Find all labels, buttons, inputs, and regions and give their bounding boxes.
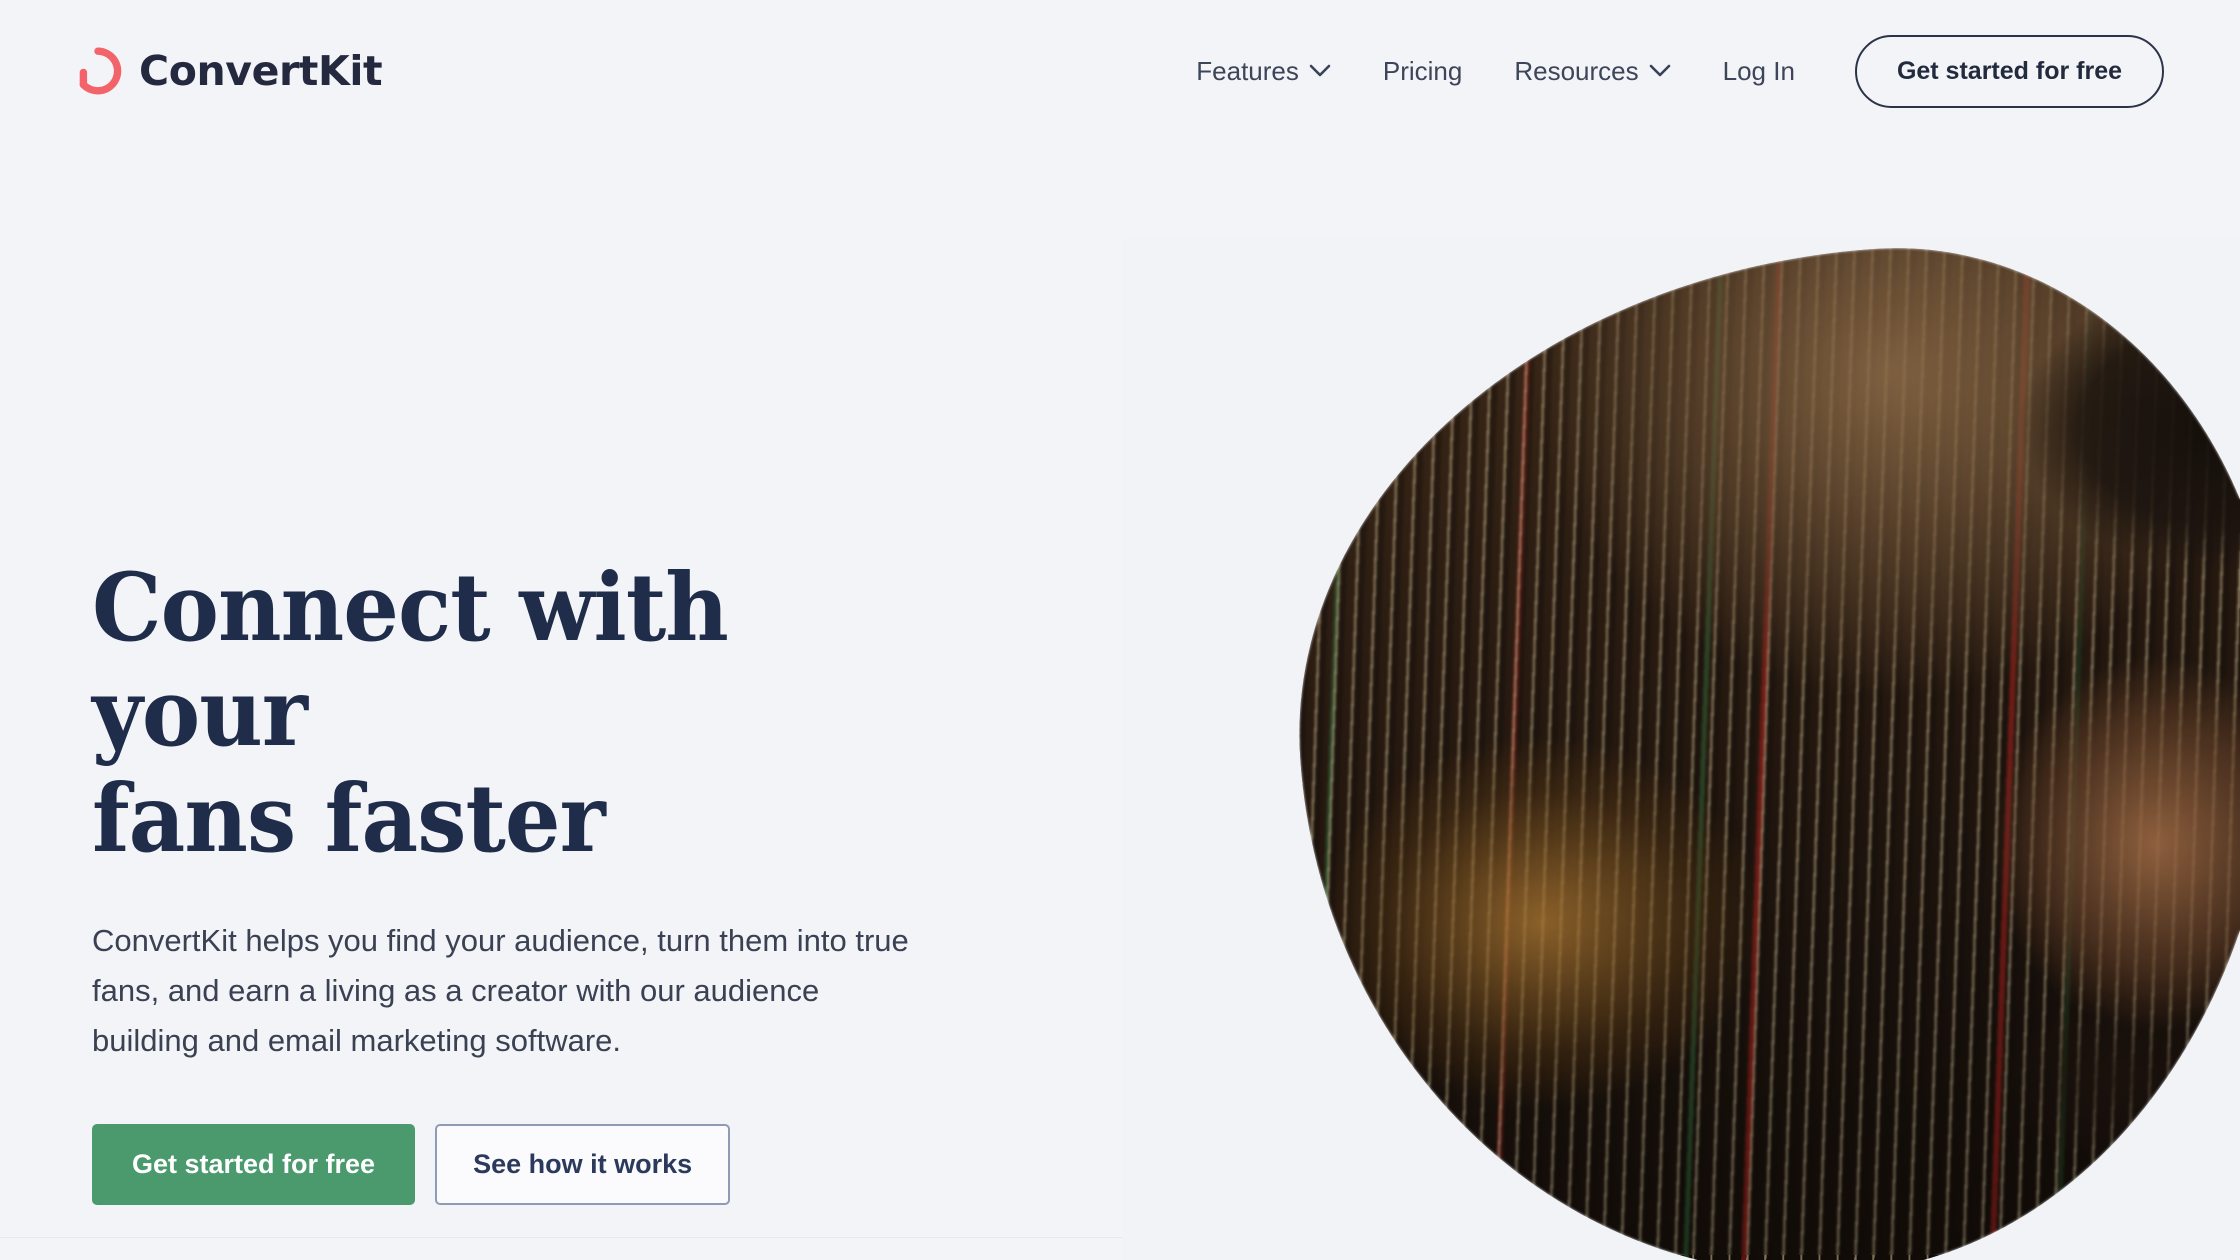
hero-see-how-it-works-button[interactable]: See how it works <box>435 1124 731 1206</box>
brand-name: ConvertKit <box>139 47 383 95</box>
page-title: Connect with your fans faster <box>92 553 910 874</box>
hero-get-started-button[interactable]: Get started for free <box>92 1124 416 1206</box>
site-header: ConvertKit Features Pricing Resources Lo… <box>0 0 2240 142</box>
chevron-down-icon <box>1649 64 1670 77</box>
header-get-started-button[interactable]: Get started for free <box>1854 34 2164 108</box>
main-navigation: Features Pricing Resources Log In Get st… <box>1170 34 2164 108</box>
hero-photo-overlay <box>1267 238 2240 1260</box>
nav-item-log-in[interactable]: Log In <box>1697 44 1821 99</box>
hero-image-container <box>1122 238 2240 1260</box>
hero-content: Connect with your fans faster ConvertKit… <box>92 553 972 1206</box>
nav-item-resources-label: Resources <box>1514 55 1639 86</box>
nav-item-pricing-label: Pricing <box>1382 55 1463 86</box>
nav-item-features-label: Features <box>1196 55 1299 86</box>
nav-item-resources[interactable]: Resources <box>1488 44 1696 99</box>
nav-item-features[interactable]: Features <box>1170 44 1357 99</box>
hero-subcopy: ConvertKit helps you find your audience,… <box>92 922 909 1059</box>
nav-item-pricing[interactable]: Pricing <box>1357 44 1488 99</box>
hero-cta-row: Get started for free See how it works <box>92 1124 972 1206</box>
landing-page: ConvertKit Features Pricing Resources Lo… <box>0 0 2240 1260</box>
headline-line-2: fans faster <box>92 763 606 874</box>
hero-image-blob-mask <box>1267 238 2240 1260</box>
chevron-down-icon <box>1309 64 1331 77</box>
headline-line-1: Connect with your <box>92 553 729 769</box>
brand-logo-link[interactable]: ConvertKit <box>74 47 383 95</box>
convertkit-circle-mark-icon <box>79 47 122 95</box>
section-divider <box>0 1237 1122 1238</box>
nav-item-log-in-label: Log In <box>1722 55 1795 86</box>
